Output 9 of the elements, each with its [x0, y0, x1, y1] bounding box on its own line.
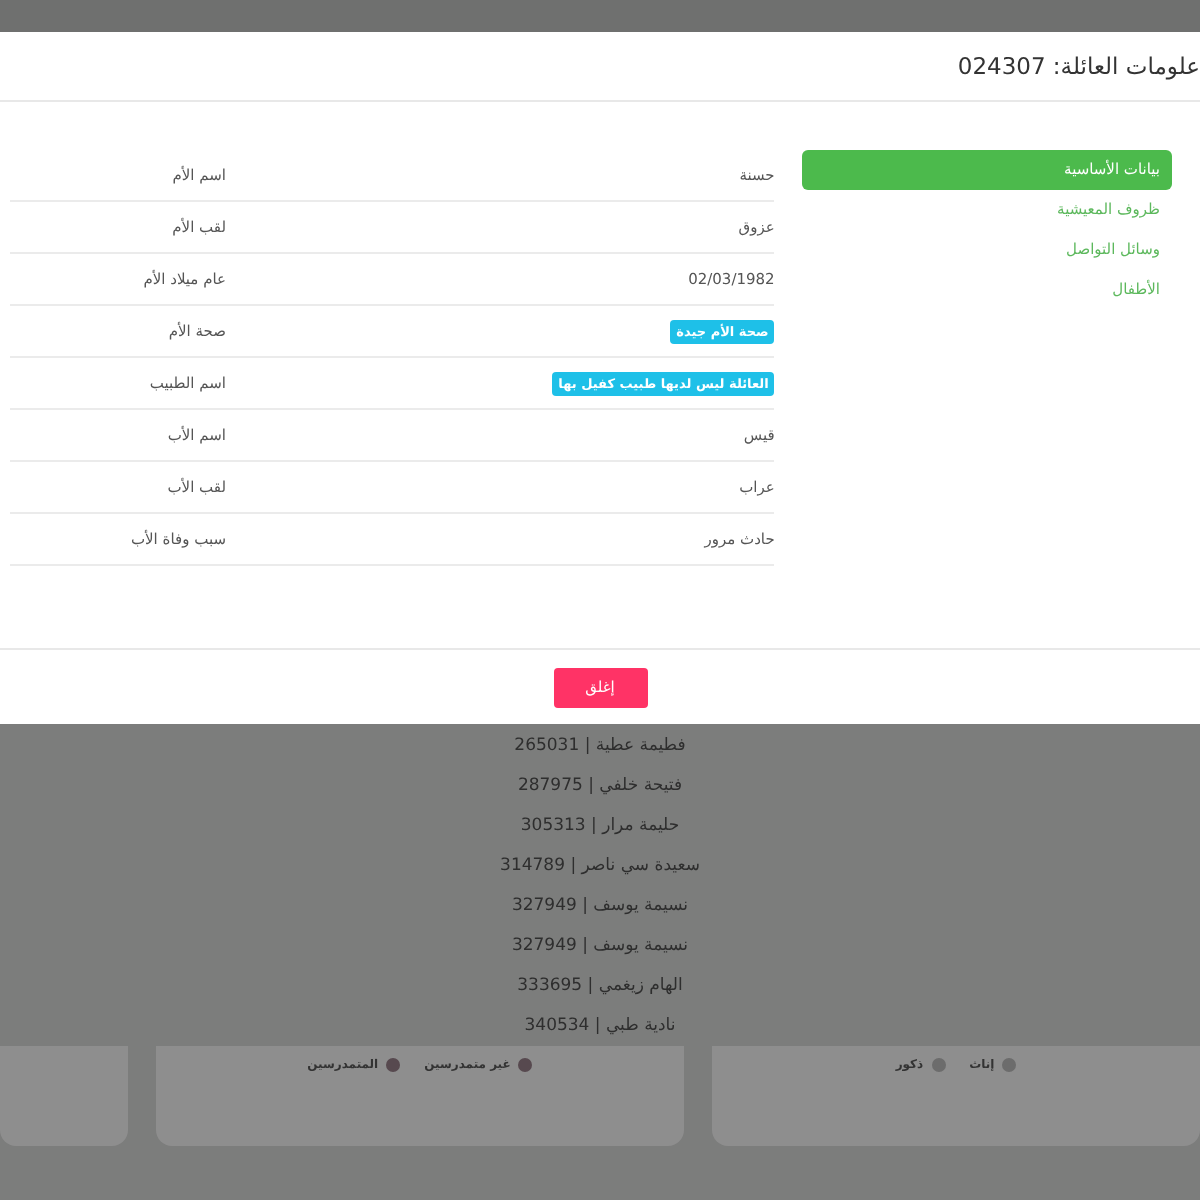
list-item[interactable]: نسيمة يوسف | 327949 [511, 926, 689, 966]
list-item[interactable]: حليمة مرار | 305313 [520, 806, 680, 846]
list-item[interactable]: الهام زيغمي | 333695 [517, 966, 683, 1006]
list-item[interactable]: فطيمة عطية | 265031 [514, 726, 686, 766]
list-item[interactable]: نادية طبي | 340534 [524, 1006, 676, 1046]
list-item[interactable]: سعيدة سي ناصر | 314789 [500, 846, 700, 886]
list-item[interactable]: نسيمة يوسف | 327949 [511, 886, 689, 926]
list-item[interactable]: فتيحة خلفي | 287975 [517, 766, 683, 806]
modal-title: علومات العائلة: 024307 [957, 52, 1200, 80]
